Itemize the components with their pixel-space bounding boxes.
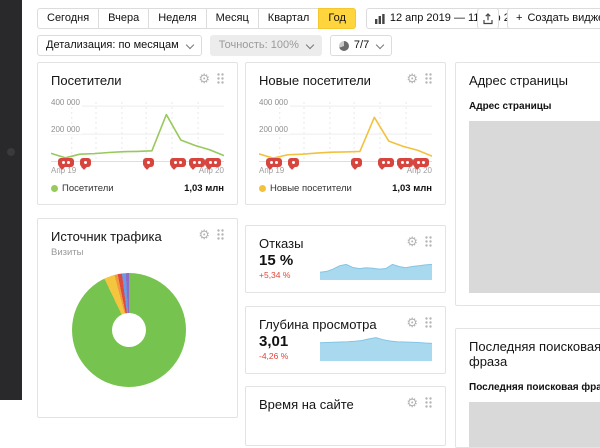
drag-handle-icon[interactable] — [425, 317, 432, 328]
comment-marker-icon[interactable] — [143, 158, 154, 167]
comment-marker-icon[interactable] — [80, 158, 91, 167]
plus-icon: + — [516, 12, 522, 25]
settings-icon[interactable]: ⚙ — [198, 229, 210, 240]
widget-page-url: Адрес страницы Адрес страницы — [455, 62, 600, 306]
drag-handle-icon[interactable] — [425, 397, 432, 408]
comment-marker-icon[interactable] — [413, 158, 429, 167]
goals-filter-dropdown[interactable]: 7/7 — [330, 35, 392, 56]
legend-value: 1,03 млн — [184, 183, 224, 194]
chevron-down-icon — [376, 40, 384, 48]
widget-view-depth: Глубина просмотра ⚙ 3,01 -4,26 % — [245, 306, 446, 374]
table-column-header: Адрес страницы — [469, 101, 600, 112]
widget-title: Посетители — [51, 73, 122, 88]
tab-yesterday[interactable]: Вчера — [98, 8, 149, 29]
comment-marker-icon[interactable] — [288, 158, 299, 167]
widget-title: Отказы — [259, 236, 303, 251]
widget-new-visitors: Новые посетители ⚙ 400 000 200 000 Апр 1… — [245, 62, 446, 205]
rail-icon — [7, 148, 15, 156]
comment-marker-icon[interactable] — [351, 158, 362, 167]
y-axis-tick: 400 000 — [51, 98, 82, 107]
chevron-down-icon — [185, 40, 193, 48]
widget-title: Адрес страницы — [469, 73, 568, 88]
detalization-dropdown[interactable]: Детализация: по месяцам — [37, 35, 202, 56]
widget-title: Глубина просмотра — [259, 317, 377, 332]
y-axis-tick: 200 000 — [51, 125, 82, 134]
drag-handle-icon[interactable] — [217, 229, 224, 240]
table-placeholder — [469, 121, 600, 293]
settings-icon[interactable]: ⚙ — [406, 317, 418, 328]
traffic-source-donut-chart[interactable] — [72, 273, 186, 387]
legend-dot — [259, 185, 266, 192]
comment-marker-icon[interactable] — [58, 158, 74, 167]
create-widget-button[interactable]: + Создать виджет — [507, 8, 600, 29]
settings-icon[interactable]: ⚙ — [198, 73, 210, 84]
kpi-value: 3,01 — [259, 333, 288, 350]
drag-handle-icon[interactable] — [425, 73, 432, 84]
app-side-rail — [0, 0, 22, 400]
drag-handle-icon[interactable] — [217, 73, 224, 84]
settings-icon[interactable]: ⚙ — [406, 73, 418, 84]
bounces-sparkline[interactable] — [320, 254, 432, 280]
settings-icon[interactable]: ⚙ — [406, 397, 418, 408]
create-widget-label: Создать виджет — [527, 12, 600, 25]
kpi-delta: -4,26 % — [259, 351, 288, 361]
goals-circle-icon — [339, 41, 349, 51]
visitors-line-chart[interactable]: 400 000 200 000 — [51, 102, 224, 162]
chart-legend: Новые посетители 1,03 млн — [259, 183, 432, 194]
y-axis-tick: 400 000 — [259, 98, 290, 107]
tab-year[interactable]: Год — [318, 8, 356, 29]
table-column-header: Последняя поисковая фраза — [469, 382, 600, 393]
depth-sparkline[interactable] — [320, 335, 432, 361]
tab-today[interactable]: Сегодня — [37, 8, 99, 29]
kpi-delta: +5,34 % — [259, 270, 293, 280]
comment-marker-icon[interactable] — [189, 158, 205, 167]
detalization-label: Детализация: по месяцам — [46, 39, 179, 52]
upload-icon — [482, 13, 494, 25]
chart-legend: Посетители 1,03 млн — [51, 183, 224, 194]
export-button[interactable] — [477, 8, 499, 29]
widget-title: Время на сайте — [259, 397, 354, 412]
period-toolbar: Сегодня Вчера Неделя Месяц Квартал Год 1… — [37, 8, 537, 29]
metric-label: Визиты — [51, 247, 224, 258]
new-visitors-line-chart[interactable]: 400 000 200 000 — [259, 102, 432, 162]
widget-time-on-site: Время на сайте ⚙ — [245, 386, 446, 446]
settings-icon[interactable]: ⚙ — [406, 236, 418, 247]
legend-dot — [51, 185, 58, 192]
chart-period-icon — [375, 14, 385, 24]
widget-title: Источник трафика — [51, 229, 162, 244]
widget-visitors: Посетители ⚙ 400 000 200 000 Апр 19 Апр … — [37, 62, 238, 205]
x-axis-labels: Апр 19 Апр 20 — [51, 166, 224, 175]
tab-week[interactable]: Неделя — [148, 8, 206, 29]
widget-bounces: Отказы ⚙ 15 % +5,34 % — [245, 225, 446, 293]
chevron-down-icon — [306, 40, 314, 48]
comment-marker-icon[interactable] — [170, 158, 186, 167]
widget-title: Последняя поисковая фраза — [469, 339, 600, 369]
comment-marker-icon[interactable] — [378, 158, 394, 167]
filters-toolbar: Детализация: по месяцам Точность: 100% 7… — [37, 35, 392, 56]
widget-traffic-source: Источник трафика ⚙ Визиты — [37, 218, 238, 418]
y-axis-tick: 200 000 — [259, 125, 290, 134]
x-axis-labels: Апр 19 Апр 20 — [259, 166, 432, 175]
accuracy-dropdown[interactable]: Точность: 100% — [210, 35, 322, 56]
drag-handle-icon[interactable] — [425, 236, 432, 247]
actions-toolbar: + Создать виджет Библиотека — [477, 8, 600, 29]
accuracy-label: Точность: 100% — [219, 39, 299, 52]
comment-marker-icon[interactable] — [397, 158, 413, 167]
tab-month[interactable]: Месяц — [206, 8, 259, 29]
legend-label: Посетители — [62, 183, 114, 194]
table-placeholder — [469, 402, 600, 448]
legend-value: 1,03 млн — [392, 183, 432, 194]
widget-title: Новые посетители — [259, 73, 371, 88]
comment-marker-icon[interactable] — [205, 158, 221, 167]
kpi-value: 15 % — [259, 252, 293, 269]
goals-label: 7/7 — [354, 39, 369, 52]
widget-last-search-phrase: Последняя поисковая фраза Последняя поис… — [455, 328, 600, 448]
tab-quarter[interactable]: Квартал — [258, 8, 320, 29]
period-tabs: Сегодня Вчера Неделя Месяц Квартал Год — [37, 8, 356, 29]
legend-label: Новые посетители — [270, 183, 352, 194]
comment-marker-icon[interactable] — [266, 158, 282, 167]
